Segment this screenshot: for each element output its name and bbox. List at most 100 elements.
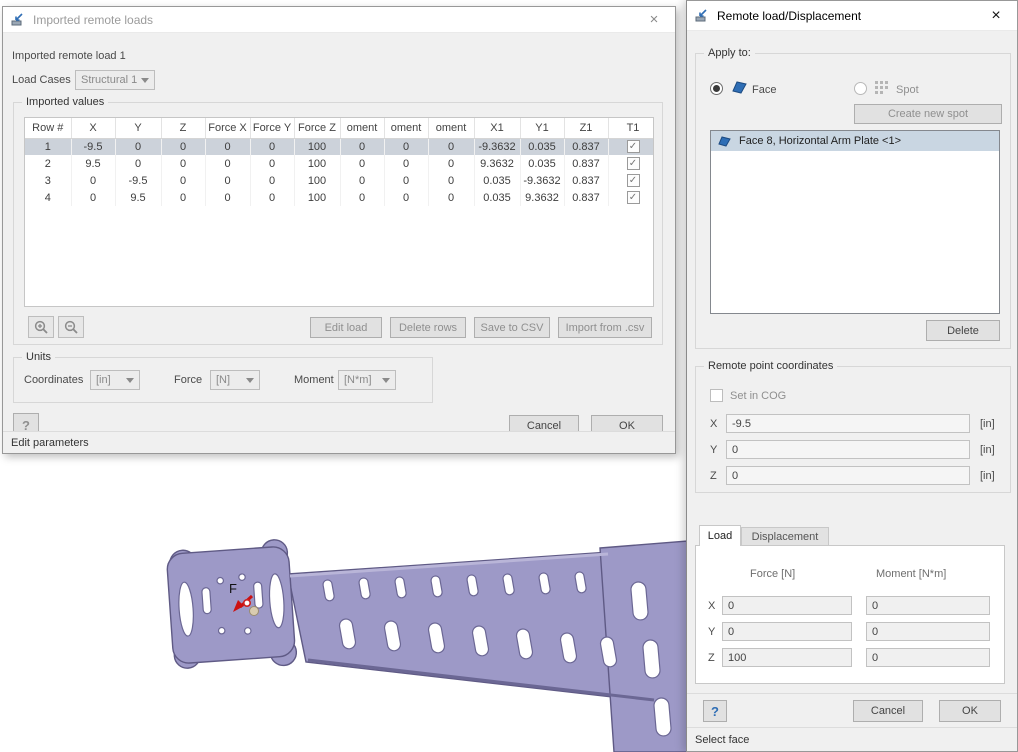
row-checkbox[interactable]: ✓ <box>627 174 640 187</box>
column-header[interactable]: Force Z <box>294 118 340 138</box>
delete-button[interactable]: Delete <box>926 320 1000 341</box>
y-axis-label: Y <box>708 626 715 638</box>
force-z-field[interactable]: 100 <box>722 648 852 667</box>
spot-radio[interactable] <box>854 82 867 95</box>
cell: 0 <box>161 155 205 172</box>
column-header[interactable]: oment <box>340 118 384 138</box>
close-icon[interactable]: × <box>983 5 1009 27</box>
tab-displacement[interactable]: Displacement <box>741 527 829 546</box>
face-selection-list: Face 8, Horizontal Arm Plate <1> <box>710 130 1000 314</box>
cell: -9.5 <box>115 172 161 189</box>
column-header[interactable]: oment <box>384 118 428 138</box>
dialog-title: Imported remote loads <box>33 13 641 27</box>
zoom-in-button[interactable] <box>28 316 54 338</box>
y-unit-label: [in] <box>980 444 995 456</box>
table-row[interactable]: 1 -9.5 0 0 0 0 100 0 0 0 -9.3632 0.035 0… <box>25 138 654 155</box>
cell: 0 <box>384 155 428 172</box>
force-x-field[interactable]: 0 <box>722 596 852 615</box>
moment-x-field[interactable]: 0 <box>866 596 990 615</box>
column-header[interactable]: X <box>71 118 115 138</box>
moment-label: Moment <box>294 374 334 386</box>
cell: 0 <box>115 138 161 155</box>
force-unit-value: [N] <box>216 374 230 386</box>
table-header-row: Row # X Y Z Force X Force Y Force Z omen… <box>25 118 654 138</box>
edit-load-button[interactable]: Edit load <box>310 317 382 338</box>
moment-z-field[interactable]: 0 <box>866 648 990 667</box>
table-row[interactable]: 3 0 -9.5 0 0 0 100 0 0 0 0.035 -9.3632 0… <box>25 172 654 189</box>
moment-y-field[interactable]: 0 <box>866 622 990 641</box>
cell: -9.3632 <box>520 172 564 189</box>
force-unit-dropdown[interactable]: [N] <box>210 370 260 390</box>
table-row[interactable]: 4 0 9.5 0 0 0 100 0 0 0 0.035 9.3632 0.8… <box>25 189 654 206</box>
moment-unit-dropdown[interactable]: [N*m] <box>338 370 396 390</box>
imported-values-group-label: Imported values <box>22 96 108 108</box>
tab-load[interactable]: Load <box>699 525 741 546</box>
cell: 0 <box>161 138 205 155</box>
cell: 0.035 <box>520 155 564 172</box>
force-label: Force <box>174 374 202 386</box>
cell: -9.5 <box>71 138 115 155</box>
chevron-down-icon <box>382 378 390 387</box>
z-coordinate-field[interactable]: 0 <box>726 466 970 485</box>
units-group-label: Units <box>22 351 55 363</box>
cell: 0 <box>161 189 205 206</box>
cell: 0 <box>384 172 428 189</box>
z-axis-label: Z <box>710 470 717 482</box>
moment-column-header: Moment [N*m] <box>876 568 946 580</box>
cancel-button[interactable]: Cancel <box>853 700 923 722</box>
cell: 9.3632 <box>474 155 520 172</box>
column-header[interactable]: Z1 <box>564 118 608 138</box>
x-coordinate-field[interactable]: -9.5 <box>726 414 970 433</box>
load-cases-value: Structural 1 <box>81 74 137 86</box>
zoom-in-icon <box>34 320 48 334</box>
column-header[interactable]: Force X <box>205 118 250 138</box>
imported-remote-loads-dialog: Imported remote loads × Imported remote … <box>2 6 676 454</box>
cell: 100 <box>294 189 340 206</box>
ok-button[interactable]: OK <box>939 700 1001 722</box>
column-header[interactable]: Y <box>115 118 161 138</box>
create-new-spot-button[interactable]: Create new spot <box>854 104 1002 124</box>
column-header[interactable]: Force Y <box>250 118 294 138</box>
column-header[interactable]: Y1 <box>520 118 564 138</box>
apply-to-group: Apply to: Face Spot Create new spot Face… <box>695 53 1011 349</box>
row-checkbox[interactable]: ✓ <box>627 157 640 170</box>
list-item[interactable]: Face 8, Horizontal Arm Plate <1> <box>711 131 999 151</box>
save-to-csv-button[interactable]: Save to CSV <box>474 317 550 338</box>
delete-rows-button[interactable]: Delete rows <box>390 317 466 338</box>
z-axis-label: Z <box>708 652 715 664</box>
column-header[interactable]: X1 <box>474 118 520 138</box>
force-y-field[interactable]: 0 <box>722 622 852 641</box>
cell: 0.035 <box>474 172 520 189</box>
load-cases-label: Load Cases <box>12 74 71 86</box>
face-radio[interactable] <box>710 82 723 95</box>
table-row[interactable]: 2 9.5 0 0 0 0 100 0 0 0 9.3632 0.035 0.8… <box>25 155 654 172</box>
cell: 0 <box>250 172 294 189</box>
close-icon[interactable]: × <box>641 9 667 31</box>
cell: 0 <box>71 189 115 206</box>
column-header[interactable]: Row # <box>25 118 71 138</box>
column-header[interactable]: Z <box>161 118 205 138</box>
remote-load-icon <box>11 12 26 27</box>
set-in-cog-checkbox[interactable] <box>710 389 723 402</box>
y-coordinate-field[interactable]: 0 <box>726 440 970 459</box>
x-axis-label: X <box>710 418 717 430</box>
row-checkbox[interactable]: ✓ <box>627 140 640 153</box>
face-icon <box>717 134 733 148</box>
column-header[interactable]: oment <box>428 118 474 138</box>
zoom-out-button[interactable] <box>58 316 84 338</box>
column-header[interactable]: T1 <box>608 118 654 138</box>
cell: 0 <box>250 155 294 172</box>
coordinates-unit-value: [in] <box>96 374 111 386</box>
force-marker-label: F <box>229 581 237 596</box>
row-checkbox[interactable]: ✓ <box>627 191 640 204</box>
units-group: Units Coordinates [in] Force [N] Moment … <box>13 357 433 403</box>
chevron-down-icon <box>246 378 254 387</box>
import-from-csv-button[interactable]: Import from .csv <box>558 317 652 338</box>
spot-icon <box>874 80 890 96</box>
cell: 1 <box>25 138 71 155</box>
force-column-header: Force [N] <box>750 568 795 580</box>
x-unit-label: [in] <box>980 418 995 430</box>
coordinates-unit-dropdown[interactable]: [in] <box>90 370 140 390</box>
load-cases-dropdown[interactable]: Structural 1 <box>75 70 155 90</box>
help-button[interactable]: ? <box>703 700 727 722</box>
